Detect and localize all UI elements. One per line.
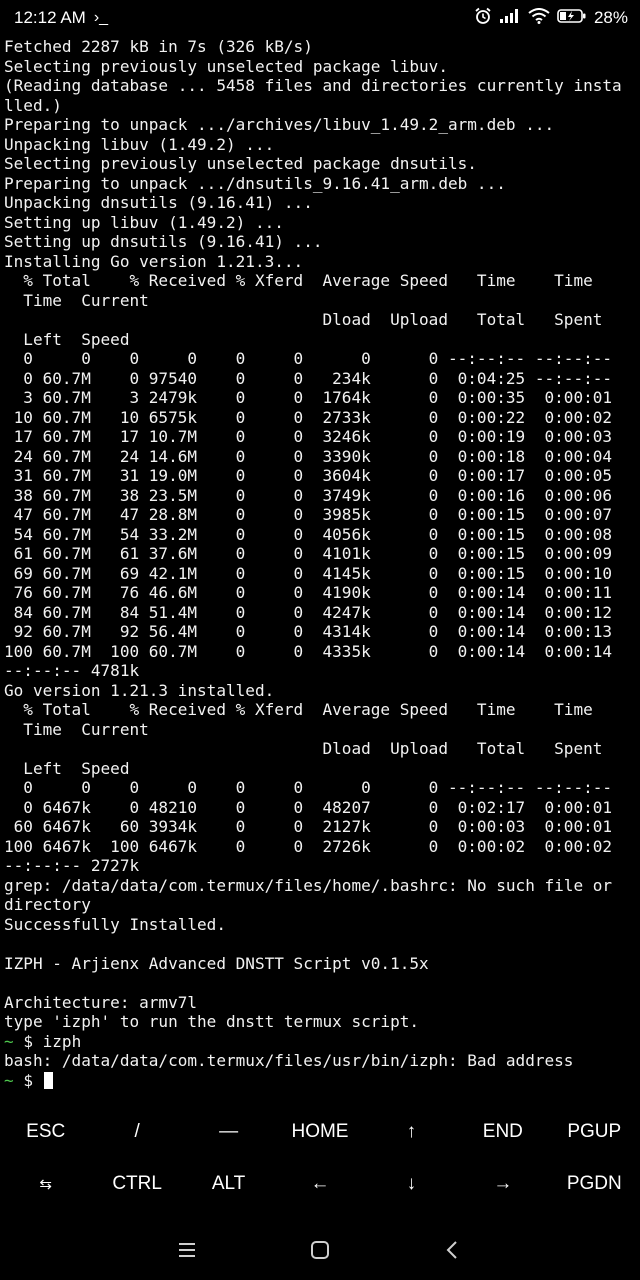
- prompt-symbol: $: [23, 1070, 33, 1090]
- key-home[interactable]: HOME: [274, 1106, 365, 1158]
- terminal-line: 76 60.7M 76 46.6M 0 0 4190k 0 0:00:14 0:…: [4, 583, 613, 602]
- terminal-line: Fetched 2287 kB in 7s (326 kB/s): [4, 37, 313, 56]
- terminal-line: Time Current: [4, 290, 149, 310]
- menu-icon: [178, 1243, 195, 1257]
- back-chevron-icon: [446, 1241, 458, 1259]
- terminal-line: (Reading database ... 5458 files and dir…: [4, 76, 622, 95]
- terminal-line: grep: /data/data/com.termux/files/home/.…: [4, 875, 613, 895]
- key-up-arrow[interactable]: ↑: [366, 1106, 457, 1158]
- terminal-line: type 'izph' to run the dnstt termux scri…: [4, 1012, 420, 1031]
- terminal-line: Dload Upload Total Spent: [4, 739, 603, 758]
- terminal-line: Go version 1.21.3 installed.: [4, 680, 275, 700]
- terminal-line: Left Speed: [4, 758, 130, 778]
- terminal-line: 0 6467k 0 48210 0 0 48207 0 0:02:17 0:00…: [4, 797, 613, 817]
- terminal-line: Setting up dnsutils (9.16.41) ...: [4, 232, 323, 251]
- terminal-line: 31 60.7M 31 19.0M 0 0 3604k 0 0:00:17 0:…: [4, 466, 613, 485]
- terminal-output[interactable]: Fetched 2287 kB in 7s (326 kB/s) Selectin…: [4, 37, 636, 1099]
- key-pgup[interactable]: PGUP: [549, 1106, 640, 1158]
- prompt-line: ~ $ izph: [4, 1032, 636, 1052]
- termux-notification-icon: ›_: [93, 9, 109, 26]
- terminal-line: 17 60.7M 17 10.7M 0 0 3246k 0 0:00:19 0:…: [4, 427, 613, 446]
- key-right-arrow[interactable]: →: [457, 1158, 548, 1210]
- terminal-line: 0 60.7M 0 97540 0 0 234k 0 0:04:25 --:--…: [4, 368, 613, 388]
- terminal-line: Successfully Installed.: [4, 914, 226, 934]
- terminal-line: Unpacking libuv (1.49.2) ...: [4, 134, 275, 154]
- prompt-tilde: ~: [4, 1031, 14, 1051]
- key-end[interactable]: END: [457, 1106, 548, 1158]
- key-tab[interactable]: ⇆: [0, 1158, 91, 1210]
- terminal-line: 92 60.7M 92 56.4M 0 0 4314k 0 0:00:14 0:…: [4, 622, 613, 641]
- terminal-line: Preparing to unpack .../archives/libuv_1…: [4, 115, 555, 134]
- terminal-line: 84 60.7M 84 51.4M 0 0 4247k 0 0:00:14 0:…: [4, 602, 613, 622]
- terminal-line: Selecting previously unselected package …: [4, 56, 448, 76]
- terminal-line: 24 60.7M 24 14.6M 0 0 3390k 0 0:00:18 0:…: [4, 446, 613, 466]
- key-slash[interactable]: /: [91, 1106, 182, 1158]
- status-time: 12:12 AM: [14, 8, 86, 27]
- terminal-line: 54 60.7M 54 33.2M 0 0 4056k 0 0:00:15 0:…: [4, 524, 613, 544]
- error-line: bash: /data/data/com.termux/files/usr/bi…: [4, 1051, 574, 1070]
- terminal-line: Time Current: [4, 719, 149, 739]
- terminal-line: --:--:-- 4781k: [4, 661, 140, 680]
- terminal-line: % Total % Received % Xferd Average Speed…: [4, 271, 593, 290]
- terminal-line: Unpacking dnsutils (9.16.41) ...: [4, 193, 313, 212]
- key-dash[interactable]: —: [183, 1106, 274, 1158]
- square-icon: [310, 1241, 329, 1259]
- prompt-symbol: $: [23, 1031, 33, 1051]
- key-pgdn[interactable]: PGDN: [549, 1158, 640, 1210]
- recent-apps-button[interactable]: [167, 1230, 207, 1270]
- home-button[interactable]: [300, 1230, 340, 1270]
- extra-keys-bar: ESC / — HOME ↑ END PGUP ⇆ CTRL ALT ← ↓ →…: [0, 1106, 640, 1214]
- text-cursor: [43, 1071, 53, 1089]
- back-button[interactable]: [433, 1230, 473, 1270]
- battery-percent: 28%: [593, 8, 628, 27]
- terminal-line: Preparing to unpack .../dnsutils_9.16.41…: [4, 173, 506, 193]
- terminal-line: 60 6467k 60 3934k 0 0 2127k 0 0:00:03 0:…: [4, 817, 613, 836]
- terminal-line: 0 0 0 0 0 0 0 0 --:--:-- --:--:--: [4, 778, 613, 797]
- terminal-line: Architecture: armv7l: [4, 992, 198, 1012]
- key-esc[interactable]: ESC: [0, 1106, 91, 1158]
- terminal-line: Setting up libuv (1.49.2) ...: [4, 212, 284, 232]
- wifi-icon: [528, 7, 550, 29]
- terminal-line: 100 6467k 100 6467k 0 0 2726k 0 0:00:02 …: [4, 836, 613, 856]
- terminal-line: directory: [4, 895, 91, 914]
- key-down-arrow[interactable]: ↓: [366, 1158, 457, 1210]
- status-bar: 12:12 AM ›_ 28%: [0, 0, 640, 36]
- signal-icon: [499, 8, 521, 29]
- terminal-line: % Total % Received % Xferd Average Speed…: [4, 700, 593, 719]
- key-ctrl[interactable]: CTRL: [91, 1158, 182, 1210]
- terminal-line: 69 60.7M 69 42.1M 0 0 4145k 0 0:00:15 0:…: [4, 563, 613, 583]
- terminal-line: 61 60.7M 61 37.6M 0 0 4101k 0 0:00:15 0:…: [4, 544, 613, 563]
- terminal-line: Installing Go version 1.21.3...: [4, 251, 304, 271]
- key-alt[interactable]: ALT: [183, 1158, 274, 1210]
- android-navigation-bar: [0, 1220, 640, 1280]
- active-prompt-line[interactable]: ~ $: [4, 1071, 636, 1091]
- terminal-line: Left Speed: [4, 329, 130, 349]
- terminal-line: 3 60.7M 3 2479k 0 0 1764k 0 0:00:35 0:00…: [4, 388, 613, 407]
- terminal-line: 47 60.7M 47 28.8M 0 0 3985k 0 0:00:15 0:…: [4, 505, 613, 524]
- terminal-line: 0 0 0 0 0 0 0 0 --:--:-- --:--:--: [4, 349, 613, 368]
- terminal-line: 100 60.7M 100 60.7M 0 0 4335k 0 0:00:14 …: [4, 641, 613, 661]
- key-left-arrow[interactable]: ←: [274, 1158, 365, 1210]
- battery-charging-icon: [557, 8, 587, 29]
- terminal-line: IZPH - Arjienx Advanced DNSTT Script v0.…: [4, 953, 429, 973]
- command-text: izph: [42, 1031, 82, 1051]
- terminal-line: 10 60.7M 10 6575k 0 0 2733k 0 0:00:22 0:…: [4, 407, 613, 427]
- terminal-line: 38 60.7M 38 23.5M 0 0 3749k 0 0:00:16 0:…: [4, 485, 613, 505]
- terminal-line: lled.): [4, 95, 62, 115]
- prompt-tilde: ~: [4, 1070, 14, 1090]
- terminal-line: Selecting previously unselected package …: [4, 154, 477, 173]
- terminal-line: --:--:-- 2727k: [4, 856, 140, 875]
- alarm-icon: [474, 7, 492, 30]
- terminal-line: Dload Upload Total Spent: [4, 310, 603, 329]
